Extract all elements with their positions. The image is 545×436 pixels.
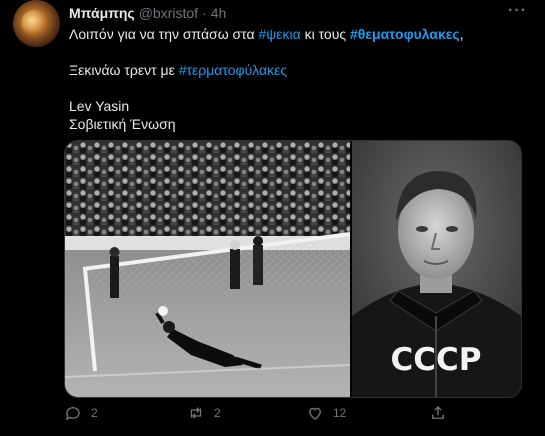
text-fragment: Ξεκινάω τρεντ με — [69, 62, 179, 78]
user-name[interactable]: Μπάμπης — [69, 5, 135, 21]
photo-goalkeeper-save[interactable] — [65, 141, 350, 397]
reply-icon — [65, 407, 80, 421]
retweet-icon — [190, 407, 202, 419]
share-button[interactable] — [429, 404, 456, 422]
like-button[interactable]: 12 — [306, 404, 346, 422]
action-bar: 2 2 12 — [64, 404, 524, 428]
tweet-text-line-4: Σοβιετική Ένωση — [69, 116, 176, 132]
user-handle[interactable]: @bxristof — [139, 5, 198, 21]
hashtag-link[interactable]: #θεματοφυλακες — [350, 26, 460, 42]
hashtag-link[interactable]: #ψεκια — [258, 26, 300, 42]
like-count: 12 — [333, 406, 347, 420]
reply-count: 2 — [91, 406, 98, 420]
text-fragment: κι τους — [300, 26, 351, 42]
text-fragment: Λοιπόν για να την σπάσω στα — [69, 26, 259, 42]
tweet-header: Μπάμπης @bxristof · 4h — [69, 4, 226, 22]
tweet[interactable]: Μπάμπης @bxristof · 4h ··· Λοιπόν για να… — [0, 0, 545, 436]
reply-button[interactable]: 2 — [64, 404, 98, 422]
separator: · — [202, 5, 207, 21]
media-container[interactable]: CCCP — [64, 140, 522, 398]
tweet-text-line-1: Λοιπόν για να την σπάσω στα #ψεκια κι το… — [69, 25, 464, 43]
tweet-text-line-2: Ξεκινάω τρεντ με #τερματοφύλακες — [69, 61, 287, 79]
photo-portrait[interactable]: CCCP — [352, 141, 521, 397]
text-fragment: , — [459, 26, 464, 42]
jersey-text: CCCP — [391, 342, 482, 378]
share-icon — [432, 406, 444, 419]
more-options-icon[interactable]: ··· — [508, 2, 527, 20]
retweet-button[interactable]: 2 — [187, 404, 221, 422]
retweet-count: 2 — [214, 406, 221, 420]
tweet-text-line-3: Lev Yasin — [69, 98, 130, 114]
hashtag-link[interactable]: #τερματοφύλακες — [179, 62, 287, 78]
heart-icon — [309, 407, 321, 420]
avatar[interactable] — [13, 0, 60, 47]
timestamp[interactable]: 4h — [211, 5, 227, 21]
